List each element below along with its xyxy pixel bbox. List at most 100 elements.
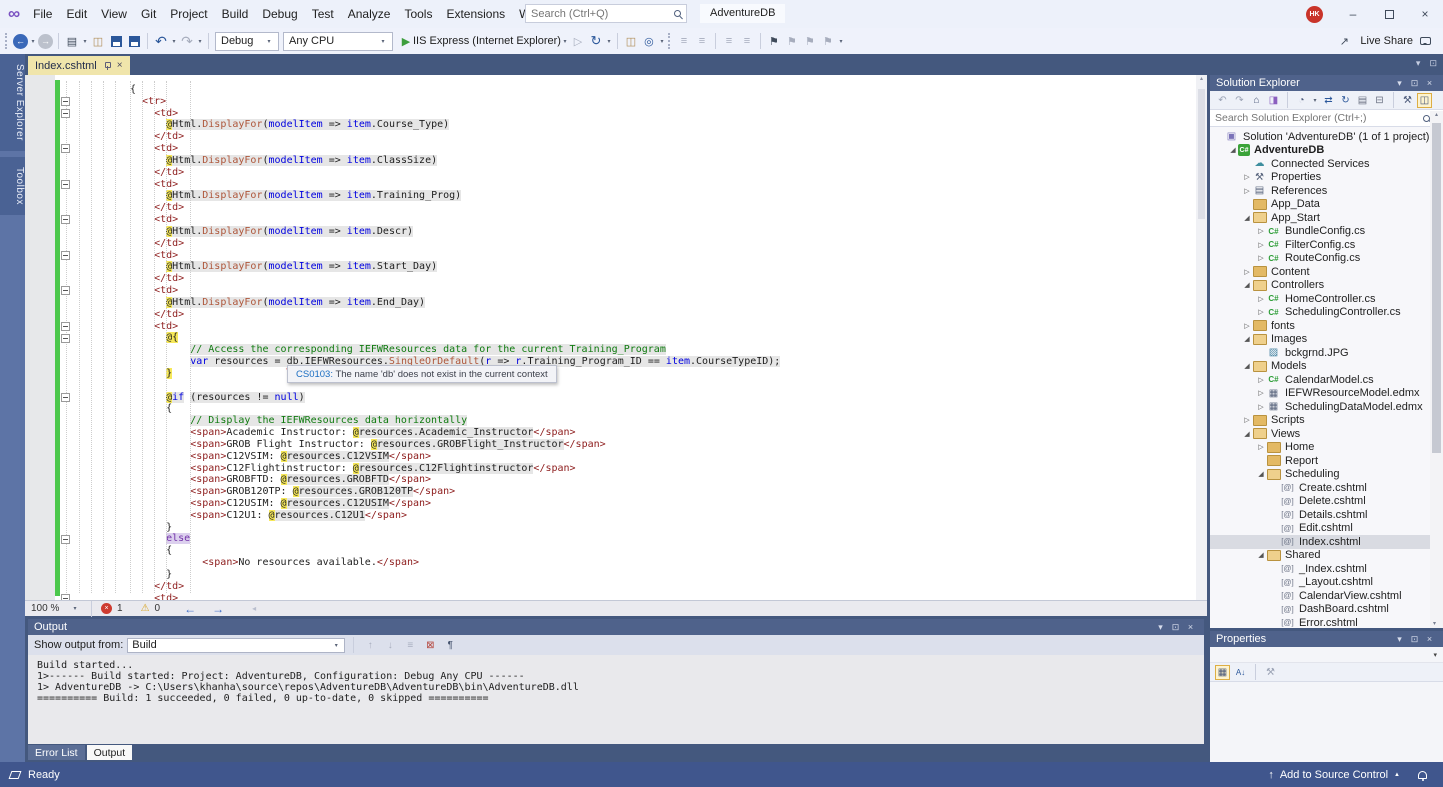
float-icon[interactable]: ⊡ bbox=[1168, 622, 1183, 633]
document-well-dropdown-icon[interactable]: ▾ bbox=[1416, 58, 1421, 69]
tree-item[interactable]: ◢ Images bbox=[1210, 333, 1443, 347]
pin-icon[interactable] bbox=[103, 61, 111, 70]
output-title-bar[interactable]: Output ▾ ⊡ × bbox=[28, 619, 1204, 635]
expander-closed-icon[interactable]: ▷ bbox=[1256, 443, 1266, 451]
nest-files-icon[interactable]: ▤ bbox=[1355, 93, 1370, 108]
expander-closed-icon[interactable]: ▷ bbox=[1256, 376, 1266, 384]
code-line[interactable]: <span>C12USIM: @resources.C12USIM</span> bbox=[130, 497, 780, 510]
code-line[interactable]: <td> bbox=[130, 250, 780, 262]
new-project-button[interactable]: ▤ bbox=[63, 32, 81, 50]
expander-closed-icon[interactable]: ▷ bbox=[1256, 254, 1266, 262]
code-line[interactable]: </td> bbox=[130, 309, 780, 321]
menu-item-project[interactable]: Project bbox=[163, 0, 214, 28]
code-line[interactable]: </td> bbox=[130, 202, 780, 214]
solution-configuration-select[interactable]: Debug ▾ bbox=[215, 31, 279, 51]
tree-item[interactable]: Solution 'AdventureDB' (1 of 1 project) bbox=[1210, 130, 1443, 144]
code-line[interactable]: @Html.DisplayFor(modelItem => item.Cours… bbox=[130, 119, 780, 131]
toolbar-overflow-icon[interactable]: ▾ bbox=[837, 38, 845, 45]
bookmark-button[interactable]: ⚑ bbox=[765, 32, 783, 50]
code-line[interactable]: <td> bbox=[130, 321, 780, 333]
float-icon[interactable]: ⊡ bbox=[1407, 78, 1422, 89]
toolbar-grip[interactable] bbox=[5, 33, 8, 49]
tree-item[interactable]: ▷ IEFWResourceModel.edmx bbox=[1210, 387, 1443, 401]
forward-icon[interactable]: ↷ bbox=[1232, 93, 1247, 108]
code-line[interactable]: // Display the IEFWResources data horizo… bbox=[130, 415, 780, 427]
property-pages-wrench-icon[interactable]: ⚒ bbox=[1263, 665, 1278, 680]
minimize-button[interactable]: – bbox=[1335, 0, 1371, 28]
breakpoint-gutter[interactable] bbox=[25, 75, 55, 600]
undo-dropdown-icon[interactable]: ▾ bbox=[170, 38, 178, 45]
expander-open-icon[interactable]: ◢ bbox=[1256, 470, 1266, 478]
switch-views-icon[interactable]: ◨ bbox=[1266, 93, 1281, 108]
notifications-bell-icon[interactable] bbox=[1418, 770, 1427, 781]
toolbar-grip[interactable] bbox=[667, 33, 671, 49]
chevron-up-icon[interactable]: ▲ bbox=[1394, 772, 1400, 778]
error-count[interactable]: 1 bbox=[117, 603, 123, 614]
outline-collapse-box[interactable] bbox=[61, 321, 70, 331]
navigate-backward-icon[interactable]: ← bbox=[184, 602, 196, 616]
next-message-icon[interactable]: ↓ bbox=[382, 640, 398, 651]
menu-item-file[interactable]: File bbox=[26, 0, 59, 28]
output-source-select[interactable]: Build ▾ bbox=[127, 637, 346, 653]
solution-explorer-scrollbar[interactable]: ▴ ▾ bbox=[1430, 111, 1443, 628]
code-line[interactable]: <td> bbox=[130, 143, 780, 155]
code-line[interactable]: </td> bbox=[130, 238, 780, 250]
tree-item[interactable]: ▷ Content bbox=[1210, 265, 1443, 279]
expander-open-icon[interactable]: ◢ bbox=[1228, 146, 1238, 154]
code-line[interactable]: <td> bbox=[130, 593, 780, 600]
expander-open-icon[interactable]: ◢ bbox=[1242, 281, 1252, 289]
new-project-dropdown-icon[interactable]: ▾ bbox=[81, 38, 89, 45]
document-tab-index-cshtml[interactable]: Index.cshtml × bbox=[28, 56, 130, 75]
tree-item[interactable]: Create.cshtml bbox=[1210, 481, 1443, 495]
code-text-area[interactable]: { <tr> <td> @Html.DisplayFor(modelItem =… bbox=[76, 84, 781, 600]
home-icon[interactable]: ⌂ bbox=[1249, 93, 1264, 108]
close-icon[interactable]: × bbox=[1422, 78, 1437, 88]
code-line[interactable]: <span>GROB Flight Instructor: @resources… bbox=[130, 438, 780, 451]
close-icon[interactable]: × bbox=[1422, 634, 1437, 644]
scroll-left-icon[interactable]: ◂ bbox=[252, 604, 256, 613]
refresh-dropdown-icon[interactable]: ▾ bbox=[605, 38, 613, 45]
window-position-icon[interactable]: ▾ bbox=[1153, 622, 1168, 633]
warning-icon[interactable]: ⚠ bbox=[141, 603, 150, 614]
save-button[interactable] bbox=[107, 32, 125, 50]
alphabetical-sort-icon[interactable]: A↓ bbox=[1233, 665, 1248, 680]
code-line[interactable]: @if (resources != null) bbox=[130, 391, 780, 404]
tree-item[interactable]: ▷ Properties bbox=[1210, 171, 1443, 185]
clear-bookmarks-button[interactable]: ⚑ bbox=[819, 32, 837, 50]
add-to-source-control-button[interactable]: Add to Source Control bbox=[1280, 769, 1388, 781]
tree-item[interactable]: ▷ References bbox=[1210, 184, 1443, 198]
code-line[interactable]: @Html.DisplayFor(modelItem => item.Descr… bbox=[130, 225, 780, 238]
properties-title-bar[interactable]: Properties ▾ ⊡ × bbox=[1210, 631, 1443, 647]
back-icon[interactable]: ↶ bbox=[1215, 93, 1230, 108]
tree-item[interactable]: ▷ FilterConfig.cs bbox=[1210, 238, 1443, 252]
collapse-all-icon[interactable]: ⊟ bbox=[1372, 93, 1387, 108]
code-line[interactable]: else bbox=[130, 533, 780, 545]
live-share-button[interactable]: Live Share bbox=[1360, 35, 1413, 47]
expander-closed-icon[interactable]: ▷ bbox=[1242, 416, 1252, 424]
redo-button[interactable]: ↷ bbox=[178, 32, 196, 50]
outline-collapse-box[interactable] bbox=[61, 179, 70, 189]
properties-wrench-icon[interactable]: ⚒ bbox=[1400, 93, 1415, 108]
editor-vertical-scrollbar[interactable]: ▴ bbox=[1196, 75, 1207, 600]
code-line[interactable]: <span>GROBFTD: @resources.GROBFTD</span> bbox=[130, 474, 780, 486]
send-feedback-icon[interactable] bbox=[1420, 37, 1431, 45]
code-line[interactable]: <span>C12Flightinstructor: @resources.C1… bbox=[130, 462, 780, 475]
code-line[interactable]: } bbox=[130, 522, 780, 534]
tree-item[interactable]: ▷ RouteConfig.cs bbox=[1210, 252, 1443, 266]
pending-changes-filter-icon[interactable]: ◔ bbox=[1294, 93, 1309, 108]
prev-message-icon[interactable]: ↑ bbox=[362, 640, 378, 651]
menu-item-debug[interactable]: Debug bbox=[255, 0, 304, 28]
code-line[interactable]: { bbox=[130, 545, 780, 557]
tree-item[interactable]: CalendarView.cshtml bbox=[1210, 589, 1443, 603]
outline-collapse-box[interactable] bbox=[61, 250, 70, 260]
code-line[interactable]: <td> bbox=[130, 179, 780, 191]
tree-item[interactable]: Edit.cshtml bbox=[1210, 522, 1443, 536]
close-button[interactable]: × bbox=[1407, 0, 1443, 28]
toolbox-tab[interactable]: Toolbox bbox=[0, 156, 25, 215]
code-line[interactable]: { bbox=[130, 84, 780, 96]
code-line[interactable]: @Html.DisplayFor(modelItem => item.Train… bbox=[130, 190, 780, 202]
tree-item[interactable]: ◢ Controllers bbox=[1210, 279, 1443, 293]
error-icon[interactable]: × bbox=[101, 603, 112, 614]
warning-count[interactable]: 0 bbox=[155, 603, 161, 614]
quick-search-box[interactable] bbox=[525, 4, 687, 23]
